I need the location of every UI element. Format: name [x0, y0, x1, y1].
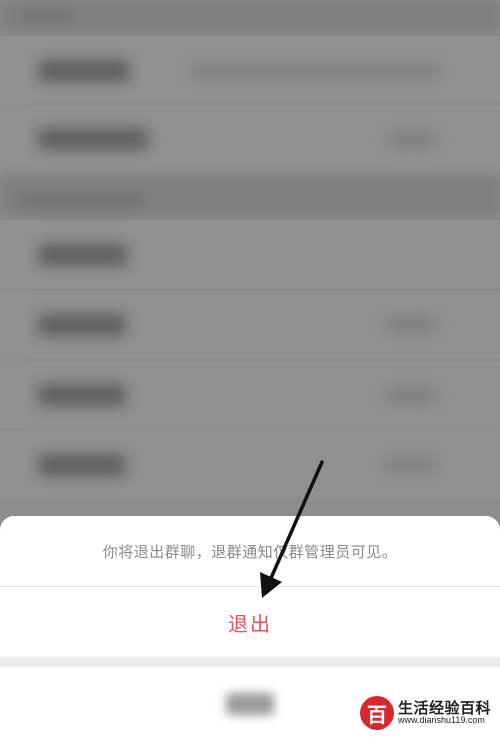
cancel-button-label-blurred	[226, 693, 274, 715]
bg-blurred-text	[386, 318, 436, 332]
bg-blurred-text	[38, 384, 126, 406]
bg-blurred-text	[38, 314, 126, 336]
watermark-url: www.dianshu119.com	[398, 715, 485, 726]
bg-blurred-text	[22, 10, 72, 22]
bg-blurred-text	[38, 454, 126, 476]
watermark-logo-icon: 百	[360, 696, 394, 730]
sheet-gap	[0, 657, 500, 667]
exit-warning-message: 你将退出群聊，退群通知仅群管理员可见。	[102, 542, 398, 561]
bg-section-header	[0, 0, 500, 32]
watermark: 百 生活经验百科 www.dianshu119.com	[360, 690, 496, 736]
bg-blurred-text	[38, 128, 148, 150]
watermark-text: 生活经验百科 www.dianshu119.com	[398, 700, 491, 726]
bg-blurred-text	[192, 64, 438, 78]
bg-blurred-text	[386, 458, 436, 472]
bg-blurred-text	[386, 388, 436, 402]
bg-blurred-text	[22, 194, 144, 208]
bg-blurred-text	[388, 132, 436, 146]
bg-blurred-text	[38, 244, 128, 266]
bg-blurred-text	[38, 60, 130, 82]
exit-group-button[interactable]: 退出	[0, 587, 500, 657]
watermark-title: 生活经验百科	[398, 698, 492, 717]
